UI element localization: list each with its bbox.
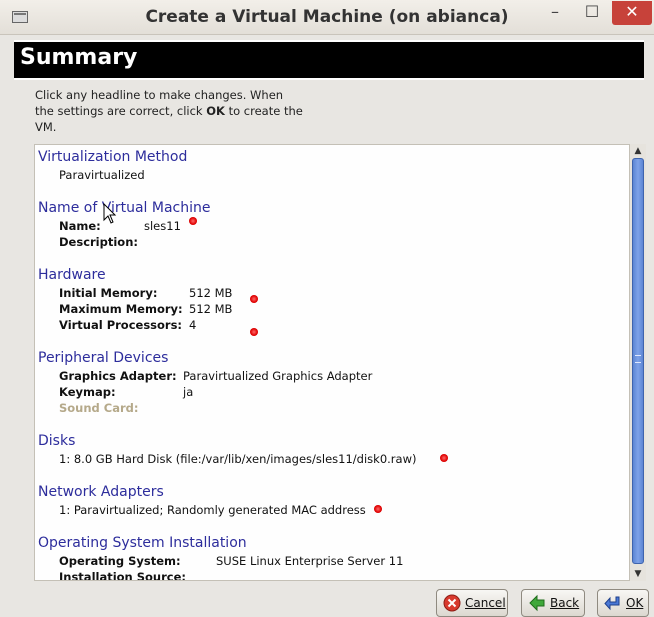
- graphics-adapter-value: Paravirtualized Graphics Adapter: [183, 369, 373, 383]
- red-dot-marker: [440, 454, 448, 462]
- intro-line-3: VM.: [35, 120, 57, 134]
- graphics-adapter-label: Graphics Adapter:: [59, 369, 177, 383]
- close-button[interactable]: ✕: [612, 1, 652, 25]
- scroll-up-arrow-icon[interactable]: ▲: [632, 145, 644, 157]
- back-button[interactable]: Back: [521, 589, 585, 617]
- cancel-label: Cancel: [465, 596, 506, 610]
- section-network: Network Adapters 1: Paravirtualized; Ran…: [38, 483, 623, 534]
- intro-ok-word: OK: [206, 104, 225, 118]
- window-titlebar: Create a Virtual Machine (on abianca) – …: [0, 0, 654, 35]
- keymap-label: Keymap:: [59, 385, 116, 399]
- red-dot-marker: [189, 217, 197, 225]
- page-header: Summary: [14, 40, 644, 80]
- red-dot-marker: [250, 328, 258, 336]
- virtualization-method-value: Paravirtualized: [59, 168, 145, 182]
- red-dot-marker: [250, 295, 258, 303]
- maximize-button[interactable]: ☐: [577, 1, 607, 25]
- minimize-button[interactable]: –: [540, 1, 570, 25]
- mouse-cursor-icon: [103, 203, 117, 224]
- virtual-processors-value: 4: [189, 318, 197, 332]
- intro-line-2c: to create the: [224, 104, 303, 118]
- initial-memory-label: Initial Memory:: [59, 286, 158, 300]
- virtual-processors-label: Virtual Processors:: [59, 318, 183, 332]
- operating-system-label: Operating System:: [59, 554, 181, 568]
- scroll-down-arrow-icon[interactable]: ▼: [632, 568, 644, 580]
- section-peripheral: Peripheral Devices Graphics Adapter: Para…: [38, 349, 623, 432]
- initial-memory-value: 512 MB: [189, 286, 233, 300]
- os-installation-link[interactable]: Operating System Installation: [38, 534, 623, 553]
- summary-scrollbar[interactable]: ▲ ▼: [629, 144, 646, 581]
- scroll-grip-icon: [635, 355, 641, 363]
- ok-arrow-icon: [604, 596, 620, 611]
- section-hardware: Hardware Initial Memory: 512 MB Maximum M…: [38, 266, 623, 349]
- ok-label: OK: [626, 596, 644, 610]
- disks-link[interactable]: Disks: [38, 432, 623, 451]
- hardware-link[interactable]: Hardware: [38, 266, 623, 285]
- ok-button[interactable]: OK: [597, 589, 649, 617]
- sound-card-label: Sound Card:: [59, 401, 139, 415]
- red-dot-marker: [374, 505, 382, 513]
- section-os: Operating System Installation Operating …: [38, 534, 623, 581]
- description-label: Description:: [59, 235, 138, 249]
- installation-source-label: Installation Source:: [59, 570, 186, 581]
- section-disks: Disks 1: 8.0 GB Hard Disk (file:/var/lib…: [38, 432, 623, 483]
- summary-panel[interactable]: Virtualization Method Paravirtualized Na…: [34, 144, 630, 581]
- operating-system-value: SUSE Linux Enterprise Server 11: [216, 554, 404, 568]
- maximum-memory-label: Maximum Memory:: [59, 302, 183, 316]
- disk-value: 1: 8.0 GB Hard Disk (file:/var/lib/xen/i…: [59, 452, 417, 466]
- cancel-button[interactable]: Cancel: [436, 589, 508, 617]
- scroll-thumb[interactable]: [632, 158, 644, 564]
- section-virtualization: Virtualization Method Paravirtualized: [38, 148, 623, 199]
- network-adapters-link[interactable]: Network Adapters: [38, 483, 623, 502]
- maximum-memory-value: 512 MB: [189, 302, 233, 316]
- virtualization-method-link[interactable]: Virtualization Method: [38, 148, 623, 167]
- cancel-icon: [443, 594, 461, 612]
- back-label: Back: [550, 596, 580, 610]
- peripheral-devices-link[interactable]: Peripheral Devices: [38, 349, 623, 368]
- intro-text: Click any headline to make changes. When…: [35, 87, 325, 135]
- section-name: Name of Virtual Machine Name: sles11 Desc…: [38, 199, 623, 266]
- page-title: Summary: [20, 45, 138, 70]
- keymap-value: ja: [183, 385, 194, 399]
- intro-line-2a: the settings are correct, click: [35, 104, 207, 118]
- name-label: Name:: [59, 219, 101, 233]
- name-value: sles11: [144, 219, 181, 233]
- vm-name-link[interactable]: Name of Virtual Machine: [38, 199, 623, 218]
- back-arrow-icon: [529, 594, 545, 612]
- intro-line-1: Click any headline to make changes. When: [35, 88, 284, 102]
- intro-line-2: the settings are correct, click OK to cr…: [35, 103, 325, 119]
- network-value: 1: Paravirtualized; Randomly generated M…: [59, 503, 366, 517]
